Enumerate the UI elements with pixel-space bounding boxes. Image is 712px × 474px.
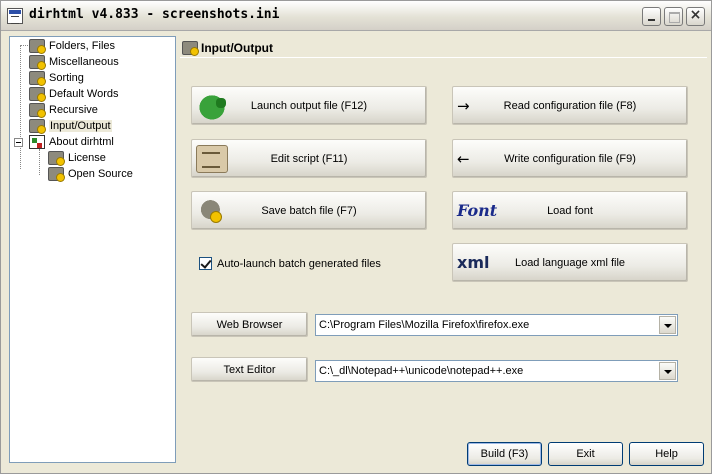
auto-launch-row[interactable]: Auto-launch batch generated files [199,257,381,270]
web-browser-button[interactable]: Web Browser [191,312,308,337]
panel-title-text: Input/Output [201,41,273,55]
font-icon: Font [457,200,498,220]
read-config-icon: → [457,96,470,115]
minimize-button[interactable] [642,7,661,26]
script-icon [196,144,228,173]
tree-item-label: Recursive [49,104,98,116]
tree-item-label: Input/Output [49,120,112,132]
load-font-button[interactable]: Font Load font [452,191,688,230]
text-editor-label: Text Editor [223,363,276,376]
chevron-down-icon[interactable] [659,362,676,380]
tree-item-label: Default Words [49,88,119,100]
save-batch-label: Save batch file (F7) [261,204,357,217]
tree-item-folders-files[interactable]: Folders, Files [29,38,115,54]
text-editor-button[interactable]: Text Editor [191,357,308,382]
gear-icon [48,151,65,166]
tree-item-input-output[interactable]: Input/Output [29,118,112,134]
collapse-toggle[interactable] [14,138,23,147]
web-browser-select[interactable]: C:\Program Files\Mozilla Firefox\firefox… [315,314,678,336]
exit-label: Exit [576,448,595,460]
close-icon: × [689,7,702,23]
tree-item-open-source[interactable]: Open Source [48,166,133,182]
tree-item-label: Folders, Files [49,40,116,52]
tree-item-sorting[interactable]: Sorting [29,70,84,86]
help-label: Help [655,448,678,460]
tree-connector [20,45,21,169]
build-label: Build (F3) [480,448,529,460]
tree-item-label: Sorting [49,72,84,84]
help-button[interactable]: Help [629,442,704,466]
tree-item-default-words[interactable]: Default Words [29,86,119,102]
gear-icon [196,196,228,225]
auto-launch-checkbox[interactable] [199,257,212,270]
chevron-down-icon[interactable] [659,316,676,334]
web-browser-value: C:\Program Files\Mozilla Firefox\firefox… [319,319,530,331]
gear-icon [29,119,46,134]
main-window: dirhtml v4.833 - screenshots.ini × Folde… [0,0,712,474]
read-config-button[interactable]: → Read configuration file (F8) [452,86,688,125]
edit-script-label: Edit script (F11) [270,152,348,165]
gear-icon [29,55,46,70]
load-language-button[interactable]: xml Load language xml file [452,243,688,282]
load-font-label: Load font [547,204,593,217]
write-config-button[interactable]: ← Write configuration file (F9) [452,139,688,178]
save-batch-button[interactable]: Save batch file (F7) [191,191,427,230]
close-button[interactable]: × [686,7,705,26]
book-icon [29,135,45,149]
tree-item-about-dirhtml[interactable]: About dirhtml [29,134,114,150]
write-config-icon: ← [457,149,470,168]
auto-launch-label: Auto-launch batch generated files [217,257,381,270]
tree-item-miscellaneous[interactable]: Miscellaneous [29,54,119,70]
tree-item-label: About dirhtml [49,136,114,148]
tree-item-label: License [68,152,106,164]
gear-icon [29,87,46,102]
tree-connector [20,45,28,46]
tree-item-license[interactable]: License [48,150,106,166]
edit-script-button[interactable]: Edit script (F11) [191,139,427,178]
load-language-label: Load language xml file [514,256,626,269]
gear-icon [29,71,46,86]
read-config-label: Read configuration file (F8) [503,99,637,112]
tree-connector [39,149,40,175]
gear-icon [29,103,46,118]
gear-icon [29,39,46,54]
write-config-label: Write configuration file (F9) [504,152,636,165]
cow-icon [196,91,228,120]
launch-output-button[interactable]: Launch output file (F12) [191,86,427,125]
build-button[interactable]: Build (F3) [467,442,542,466]
title-bar[interactable]: dirhtml v4.833 - screenshots.ini × [1,1,711,31]
tree-item-label: Miscellaneous [49,56,119,68]
gear-icon [48,167,65,182]
panel-title: Input/Output [182,38,273,58]
exit-button[interactable]: Exit [548,442,623,466]
tree-item-recursive[interactable]: Recursive [29,102,98,118]
app-icon [7,8,23,24]
web-browser-label: Web Browser [216,318,283,331]
settings-tree[interactable]: Folders, Files Miscellaneous Sorting Def… [9,36,176,463]
launch-output-label: Launch output file (F12) [250,99,368,112]
tree-item-label: Open Source [68,168,133,180]
text-editor-select[interactable]: C:\_dl\Notepad++\unicode\notepad++.exe [315,360,678,382]
gear-icon [182,41,199,56]
xml-icon: xml [457,252,490,272]
maximize-button[interactable] [664,7,683,26]
text-editor-value: C:\_dl\Notepad++\unicode\notepad++.exe [319,365,524,377]
window-title: dirhtml v4.833 - screenshots.ini [29,7,280,22]
